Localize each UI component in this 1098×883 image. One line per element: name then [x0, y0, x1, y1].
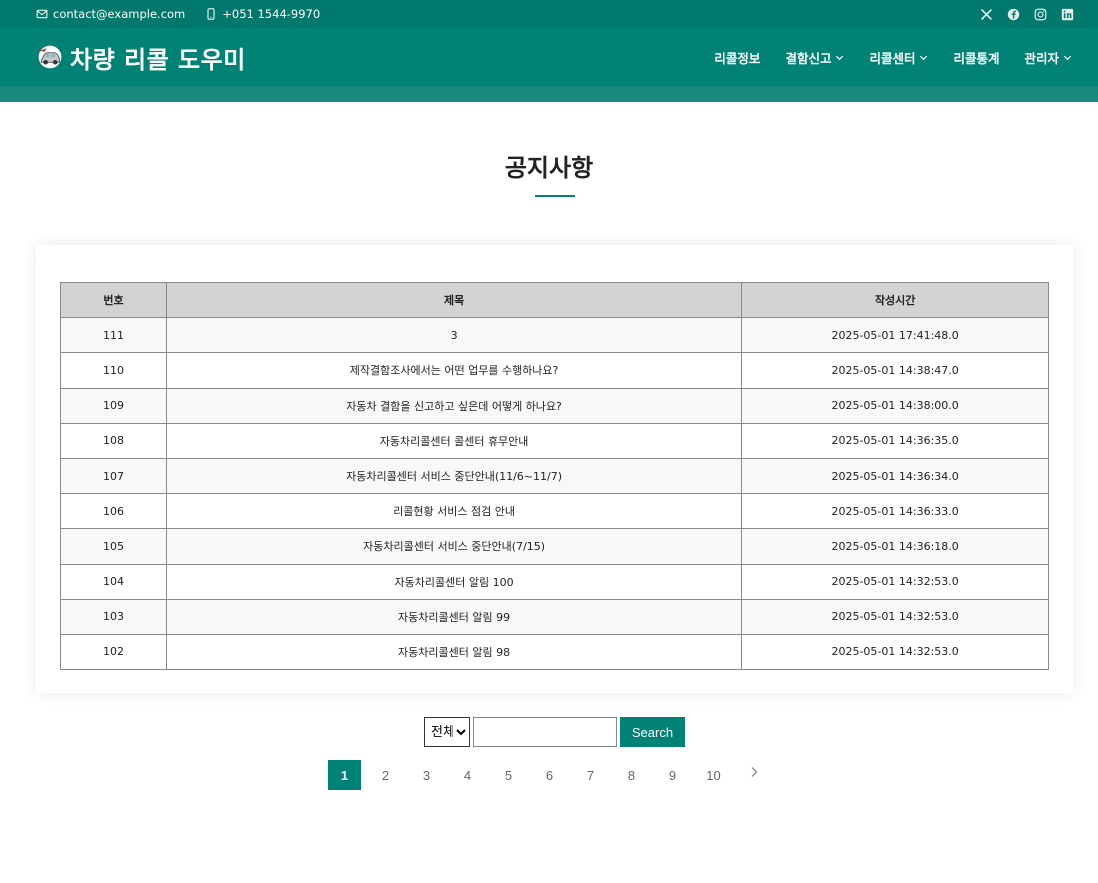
page-link-5[interactable]: 5	[492, 760, 525, 790]
row-title-link[interactable]: 자동차리콜센터 콜센터 휴무안내	[165, 422, 743, 459]
row-title-link[interactable]: 자동차리콜센터 서비스 중단안내(11/6~11/7)	[165, 457, 743, 495]
table-row[interactable]: 108 자동차리콜센터 콜센터 휴무안내 2025-05-01 14:36:35…	[60, 422, 1049, 459]
row-title-link[interactable]: 3	[165, 317, 743, 354]
row-number: 105	[60, 528, 167, 565]
search-button[interactable]: Search	[620, 717, 685, 747]
contact-email[interactable]: contact@example.com	[36, 7, 185, 21]
table-row[interactable]: 109 자동차 결함을 신고하고 싶은데 어떻게 하나요? 2025-05-01…	[60, 387, 1049, 424]
phone-icon	[207, 8, 215, 20]
top-bar: contact@example.com +051 1544-9970	[0, 0, 1098, 28]
nav-item-recall-info[interactable]: 리콜정보	[714, 48, 760, 67]
page-title: 공지사항	[504, 154, 594, 182]
pagination: 1 2 3 4 5 6 7 8 9 10	[328, 760, 764, 790]
contact-phone[interactable]: +051 1544-9970	[205, 7, 320, 21]
page-link-7[interactable]: 7	[574, 760, 607, 790]
row-time: 2025-05-01 14:36:35.0	[741, 422, 1049, 459]
nav-item-label: 리콜센터	[869, 50, 916, 66]
table-row[interactable]: 106 리콜현황 서비스 점검 안내 2025-05-01 14:36:33.0	[60, 493, 1049, 530]
page-link-3[interactable]: 3	[410, 760, 443, 790]
page-link-4[interactable]: 4	[451, 760, 484, 790]
table-row[interactable]: 105 자동차리콜센터 서비스 중단안내(7/15) 2025-05-01 14…	[60, 528, 1049, 565]
page-link-1[interactable]: 1	[328, 760, 361, 790]
x-icon[interactable]	[980, 8, 993, 21]
table-header-row: 번호 제목 작성시간	[60, 281, 1049, 319]
row-number: 108	[60, 422, 167, 459]
row-time: 2025-05-01 14:36:33.0	[741, 493, 1049, 530]
column-header-title: 제목	[165, 281, 743, 319]
table-row[interactable]: 107 자동차리콜센터 서비스 중단안내(11/6~11/7) 2025-05-…	[60, 457, 1049, 495]
table-row[interactable]: 103 자동차리콜센터 알림 99 2025-05-01 14:32:53.0	[60, 598, 1049, 635]
search-form: 전체 Search	[424, 717, 685, 747]
nav-item-recall-stats[interactable]: 리콜통계	[953, 48, 999, 67]
page-link-8[interactable]: 8	[615, 760, 648, 790]
nav-item-recall-center[interactable]: 리콜센터	[869, 48, 928, 67]
row-time: 2025-05-01 14:32:53.0	[741, 633, 1049, 671]
row-number: 106	[60, 493, 167, 530]
main-header: 차량 리콜 도우미 리콜정보 결함신고 리콜센터 리콜통계 관리자	[0, 28, 1098, 86]
chevron-down-icon	[1063, 55, 1072, 60]
notice-table: 번호 제목 작성시간 111 3 2025-05-01 17:41:48.0 1…	[60, 281, 1049, 671]
row-time: 2025-05-01 14:38:00.0	[741, 387, 1049, 424]
row-title-link[interactable]: 자동차리콜센터 알림 98	[165, 633, 743, 671]
nav-item-label: 리콜통계	[953, 50, 1000, 66]
row-time: 2025-05-01 14:36:34.0	[741, 457, 1049, 495]
row-title-link[interactable]: 자동차 결함을 신고하고 싶은데 어떻게 하나요?	[165, 387, 743, 424]
row-number: 109	[60, 387, 167, 424]
row-time: 2025-05-01 14:38:47.0	[741, 352, 1049, 389]
row-time: 2025-05-01 17:41:48.0	[741, 317, 1049, 354]
page-link-9[interactable]: 9	[656, 760, 689, 790]
notice-card: 번호 제목 작성시간 111 3 2025-05-01 17:41:48.0 1…	[36, 245, 1073, 693]
car-logo-icon	[38, 45, 62, 69]
page-link-6[interactable]: 6	[533, 760, 566, 790]
envelope-icon	[36, 9, 48, 19]
table-row[interactable]: 110 제작결함조사에서는 어떤 업무를 수행하나요? 2025-05-01 1…	[60, 352, 1049, 389]
brand[interactable]: 차량 리콜 도우미	[36, 28, 246, 86]
search-type-select[interactable]: 전체	[424, 717, 470, 747]
nav-item-label: 리콜정보	[714, 50, 761, 66]
page-link-2[interactable]: 2	[369, 760, 402, 790]
title-underline	[535, 195, 575, 197]
contact-info: contact@example.com +051 1544-9970	[36, 0, 340, 28]
row-title-link[interactable]: 자동차리콜센터 서비스 중단안내(7/15)	[165, 528, 743, 565]
chevron-right-icon	[751, 767, 758, 777]
row-title-link[interactable]: 자동차리콜센터 알림 100	[165, 563, 743, 600]
column-header-time: 작성시간	[741, 281, 1049, 319]
table-row[interactable]: 102 자동차리콜센터 알림 98 2025-05-01 14:32:53.0	[60, 633, 1049, 671]
social-links	[966, 0, 1074, 28]
search-input[interactable]	[473, 717, 617, 747]
nav-item-admin[interactable]: 관리자	[1024, 48, 1072, 67]
page-link-10[interactable]: 10	[697, 760, 730, 790]
row-title-link[interactable]: 자동차리콜센터 알림 99	[165, 598, 743, 635]
brand-name: 차량 리콜 도우미	[70, 45, 246, 74]
row-time: 2025-05-01 14:36:18.0	[741, 528, 1049, 565]
instagram-icon[interactable]	[1034, 8, 1047, 21]
row-number: 110	[60, 352, 167, 389]
row-number: 107	[60, 457, 167, 495]
row-title-link[interactable]: 제작결함조사에서는 어떤 업무를 수행하나요?	[165, 352, 743, 389]
nav-item-label: 관리자	[1024, 50, 1059, 66]
chevron-down-icon	[920, 55, 928, 60]
row-number: 111	[60, 317, 167, 354]
chevron-down-icon	[836, 55, 844, 60]
row-time: 2025-05-01 14:32:53.0	[741, 563, 1049, 600]
header-strip	[0, 86, 1098, 102]
column-header-number: 번호	[60, 281, 167, 319]
nav-item-defect-report[interactable]: 결함신고	[785, 48, 844, 67]
table-row[interactable]: 104 자동차리콜센터 알림 100 2025-05-01 14:32:53.0	[60, 563, 1049, 600]
row-number: 103	[60, 598, 167, 635]
row-title-link[interactable]: 리콜현황 서비스 점검 안내	[165, 493, 743, 530]
row-time: 2025-05-01 14:32:53.0	[741, 598, 1049, 635]
nav-item-label: 결함신고	[785, 50, 832, 66]
row-number: 104	[60, 563, 167, 600]
linkedin-icon[interactable]	[1061, 8, 1074, 21]
next-page-button[interactable]	[744, 757, 764, 787]
contact-email-text: contact@example.com	[53, 7, 186, 21]
facebook-icon[interactable]	[1007, 8, 1020, 21]
contact-phone-text: +051 1544-9970	[222, 7, 321, 21]
main-nav: 리콜정보 결함신고 리콜센터 리콜통계 관리자	[689, 28, 1072, 86]
table-row[interactable]: 111 3 2025-05-01 17:41:48.0	[60, 317, 1049, 354]
row-number: 102	[60, 633, 167, 671]
